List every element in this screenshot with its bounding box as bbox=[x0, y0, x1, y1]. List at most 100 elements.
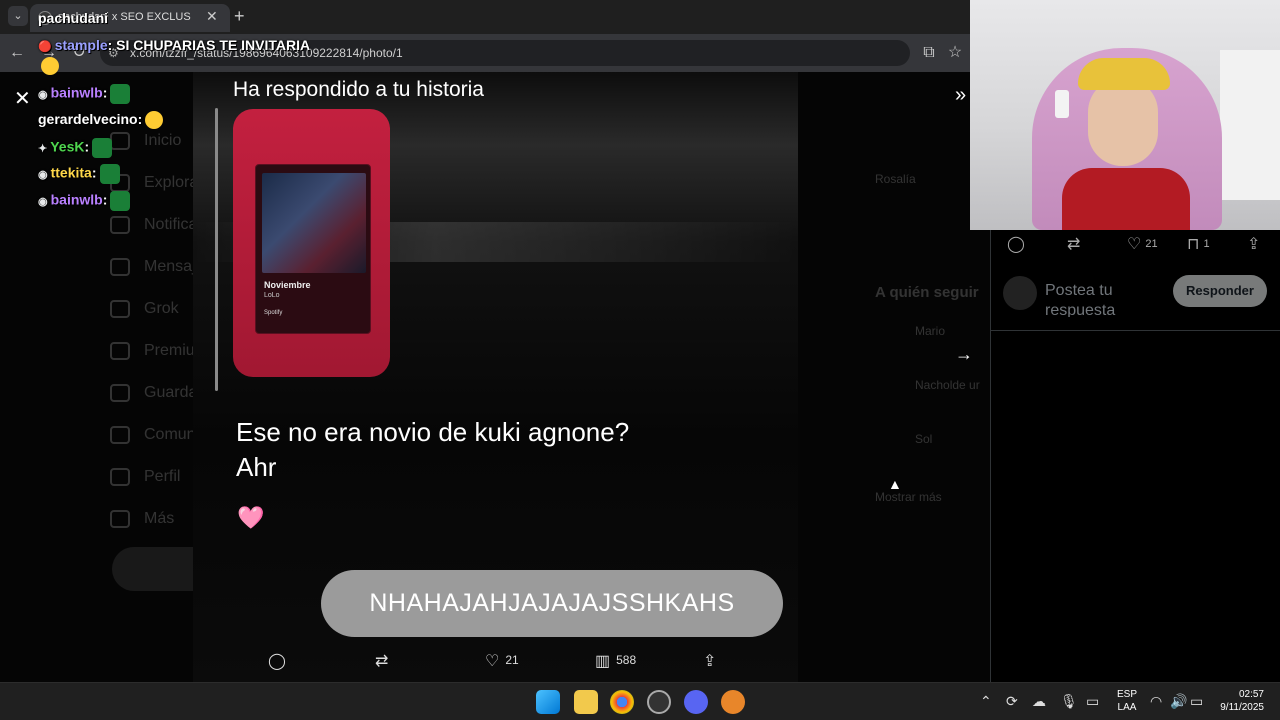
emote-icon bbox=[99, 164, 120, 184]
bar-chart-icon: ▥ bbox=[595, 653, 611, 670]
windows-taskbar: ⌃ ⟳ ☁ 🎙 ▭ ESP LAA ◠ 🔊 ▭ 02:57 9/11/2025 bbox=[0, 682, 1280, 720]
chat-message: : bbox=[84, 138, 90, 155]
collapse-panel-icon[interactable]: » bbox=[955, 84, 966, 107]
tweet-detail-panel: ◯ ⇄ ♡ 21 ⊓ 1 ⇪ Postea tu respuesta Respond… bbox=[990, 230, 1280, 682]
webcam-person-shirt bbox=[1062, 168, 1190, 230]
panel-reply-action[interactable]: ◯ bbox=[1007, 234, 1029, 254]
app-icon[interactable] bbox=[721, 690, 745, 714]
chat-message: : bbox=[102, 84, 108, 101]
sync-icon[interactable]: ⟳ bbox=[1006, 693, 1018, 710]
dim-user: Sol bbox=[915, 432, 933, 446]
repost-icon: ⇄ bbox=[1067, 236, 1081, 253]
emote-icon bbox=[145, 111, 164, 130]
chat-user: stample bbox=[54, 37, 108, 53]
new-tab-button[interactable]: + bbox=[234, 6, 245, 27]
webcam-person-hat bbox=[1078, 58, 1170, 90]
song-artist: LoLo bbox=[264, 292, 280, 299]
photo-actions: ◯ ⇄ ♡ 21 ▥ 588 ⇪ bbox=[193, 647, 798, 677]
chat-line: ✦ YesK: bbox=[38, 138, 113, 158]
show-hidden-icons-icon[interactable]: ⌃ bbox=[980, 693, 992, 710]
reply-input[interactable]: Postea tu respuesta bbox=[1045, 281, 1155, 317]
dim-trend: Rosalía bbox=[875, 172, 916, 186]
panel-share-action[interactable]: ⇪ bbox=[1247, 234, 1264, 254]
sidebar-item-mas: Más bbox=[110, 510, 174, 528]
reply-button[interactable]: Responder bbox=[1173, 275, 1267, 307]
battery-icon[interactable]: ▭ bbox=[1190, 693, 1203, 710]
chat-message: : bbox=[137, 111, 143, 127]
reply-icon: ◯ bbox=[1007, 236, 1025, 253]
dim-user: Nacholde ur bbox=[915, 378, 980, 392]
chat-line: ◉ bainwlb: bbox=[38, 191, 131, 211]
dim-show-more: Mostrar más bbox=[875, 490, 942, 504]
webcam-headphones bbox=[1055, 90, 1069, 118]
next-photo-icon[interactable]: → bbox=[955, 344, 973, 365]
dim-who-to-follow: A quién seguir bbox=[875, 284, 979, 301]
badge-icon: ◉ bbox=[38, 88, 48, 101]
like-action[interactable]: ♡ 21 bbox=[485, 651, 519, 671]
input-language[interactable]: ESP LAA bbox=[1117, 688, 1137, 714]
tab-close-icon[interactable]: ✕ bbox=[206, 8, 218, 25]
chat-message: : SI CHUPARIAS TE INVITARIA bbox=[107, 37, 311, 53]
reply-action[interactable]: ◯ bbox=[268, 651, 292, 671]
start-button-icon[interactable] bbox=[536, 690, 560, 714]
webcam-overlay bbox=[970, 0, 1280, 230]
pink-heart-emoji: 🩷 bbox=[237, 505, 265, 530]
avatar bbox=[1003, 276, 1037, 310]
badge-icon: ◉ bbox=[38, 195, 48, 208]
chrome-icon[interactable] bbox=[610, 690, 634, 714]
sidebar-item-grok: Grok bbox=[110, 300, 179, 318]
replied-to-story-text: Ha respondido a tu historia bbox=[233, 78, 484, 101]
webcam-person-face bbox=[1088, 78, 1158, 166]
share-action[interactable]: ⇪ bbox=[703, 651, 722, 671]
like-count: 21 bbox=[505, 653, 519, 668]
repost-icon: ⇄ bbox=[375, 653, 389, 670]
message-text: Ese no era novio de kuki agnone? Ahr bbox=[236, 415, 629, 485]
sidebar-item-perfil: Perfil bbox=[110, 468, 180, 486]
wifi-icon[interactable]: ◠ bbox=[1150, 693, 1162, 710]
obs-icon[interactable] bbox=[647, 690, 671, 714]
album-cover-image bbox=[262, 173, 366, 273]
share-icon: ⇪ bbox=[703, 653, 717, 670]
clock[interactable]: 02:57 9/11/2025 bbox=[1214, 688, 1264, 714]
panel-like-action[interactable]: ♡ 21 bbox=[1127, 234, 1158, 254]
webcam-background-door bbox=[1220, 50, 1280, 200]
chat-line: 🔴 stample: SI CHUPARIAS TE INVITARIA bbox=[38, 37, 310, 53]
microphone-icon[interactable]: 🎙 bbox=[1060, 693, 1078, 710]
mouse-cursor-icon: ▲ bbox=[888, 476, 902, 492]
message-line-1: Ese no era novio de kuki agnone? bbox=[236, 417, 630, 447]
caption-overlay: NHAHAJAHJAJAJAJSSHKAHS bbox=[321, 570, 783, 637]
dim-user: Mario bbox=[915, 324, 946, 338]
view-count: 588 bbox=[616, 653, 637, 668]
chat-line: pachudani bbox=[38, 10, 108, 26]
chat-line: ◉ bainwlb: bbox=[38, 84, 131, 104]
panel-like-count: 21 bbox=[1145, 237, 1158, 250]
emote-icon bbox=[41, 57, 59, 76]
panel-repost-action[interactable]: ⇄ bbox=[1067, 234, 1084, 254]
bookmark-star-icon[interactable]: ☆ bbox=[944, 42, 966, 64]
volume-icon[interactable]: 🔊 bbox=[1170, 693, 1187, 710]
discord-icon[interactable] bbox=[684, 690, 708, 714]
song-title: Noviembre bbox=[264, 280, 311, 290]
badge-icon: 🔴 bbox=[38, 41, 52, 53]
chat-line: gerardelvecino: bbox=[38, 111, 164, 130]
heart-icon: ♡ bbox=[485, 653, 500, 670]
tweet-photo[interactable]: Ha respondido a tu historia Noviembre Lo… bbox=[193, 72, 798, 682]
chat-user: ttekita bbox=[50, 164, 92, 181]
divider bbox=[991, 330, 1280, 331]
stream-chat-overlay: pachudani 🔴 stample: SI CHUPARIAS TE INVI… bbox=[0, 0, 310, 220]
story-reply-line bbox=[215, 108, 218, 391]
chat-message: : bbox=[102, 191, 108, 208]
chat-user: gerardelvecino bbox=[38, 111, 138, 127]
repost-action[interactable]: ⇄ bbox=[375, 651, 394, 671]
chat-line: ◉ ttekita: bbox=[38, 164, 120, 184]
cloud-icon[interactable]: ☁ bbox=[1032, 693, 1046, 710]
display-icon[interactable]: ▭ bbox=[1086, 693, 1099, 710]
emote-icon bbox=[110, 84, 131, 104]
chat-user: bainwlb bbox=[50, 191, 103, 208]
file-explorer-icon[interactable] bbox=[574, 690, 598, 714]
badge-icon: ✦ bbox=[38, 142, 48, 155]
install-app-icon[interactable]: ⧉ bbox=[918, 42, 940, 64]
views-action[interactable]: ▥ 588 bbox=[595, 651, 636, 671]
chat-user: bainwlb bbox=[50, 84, 103, 101]
panel-bookmark-action[interactable]: ⊓ 1 bbox=[1187, 234, 1210, 254]
